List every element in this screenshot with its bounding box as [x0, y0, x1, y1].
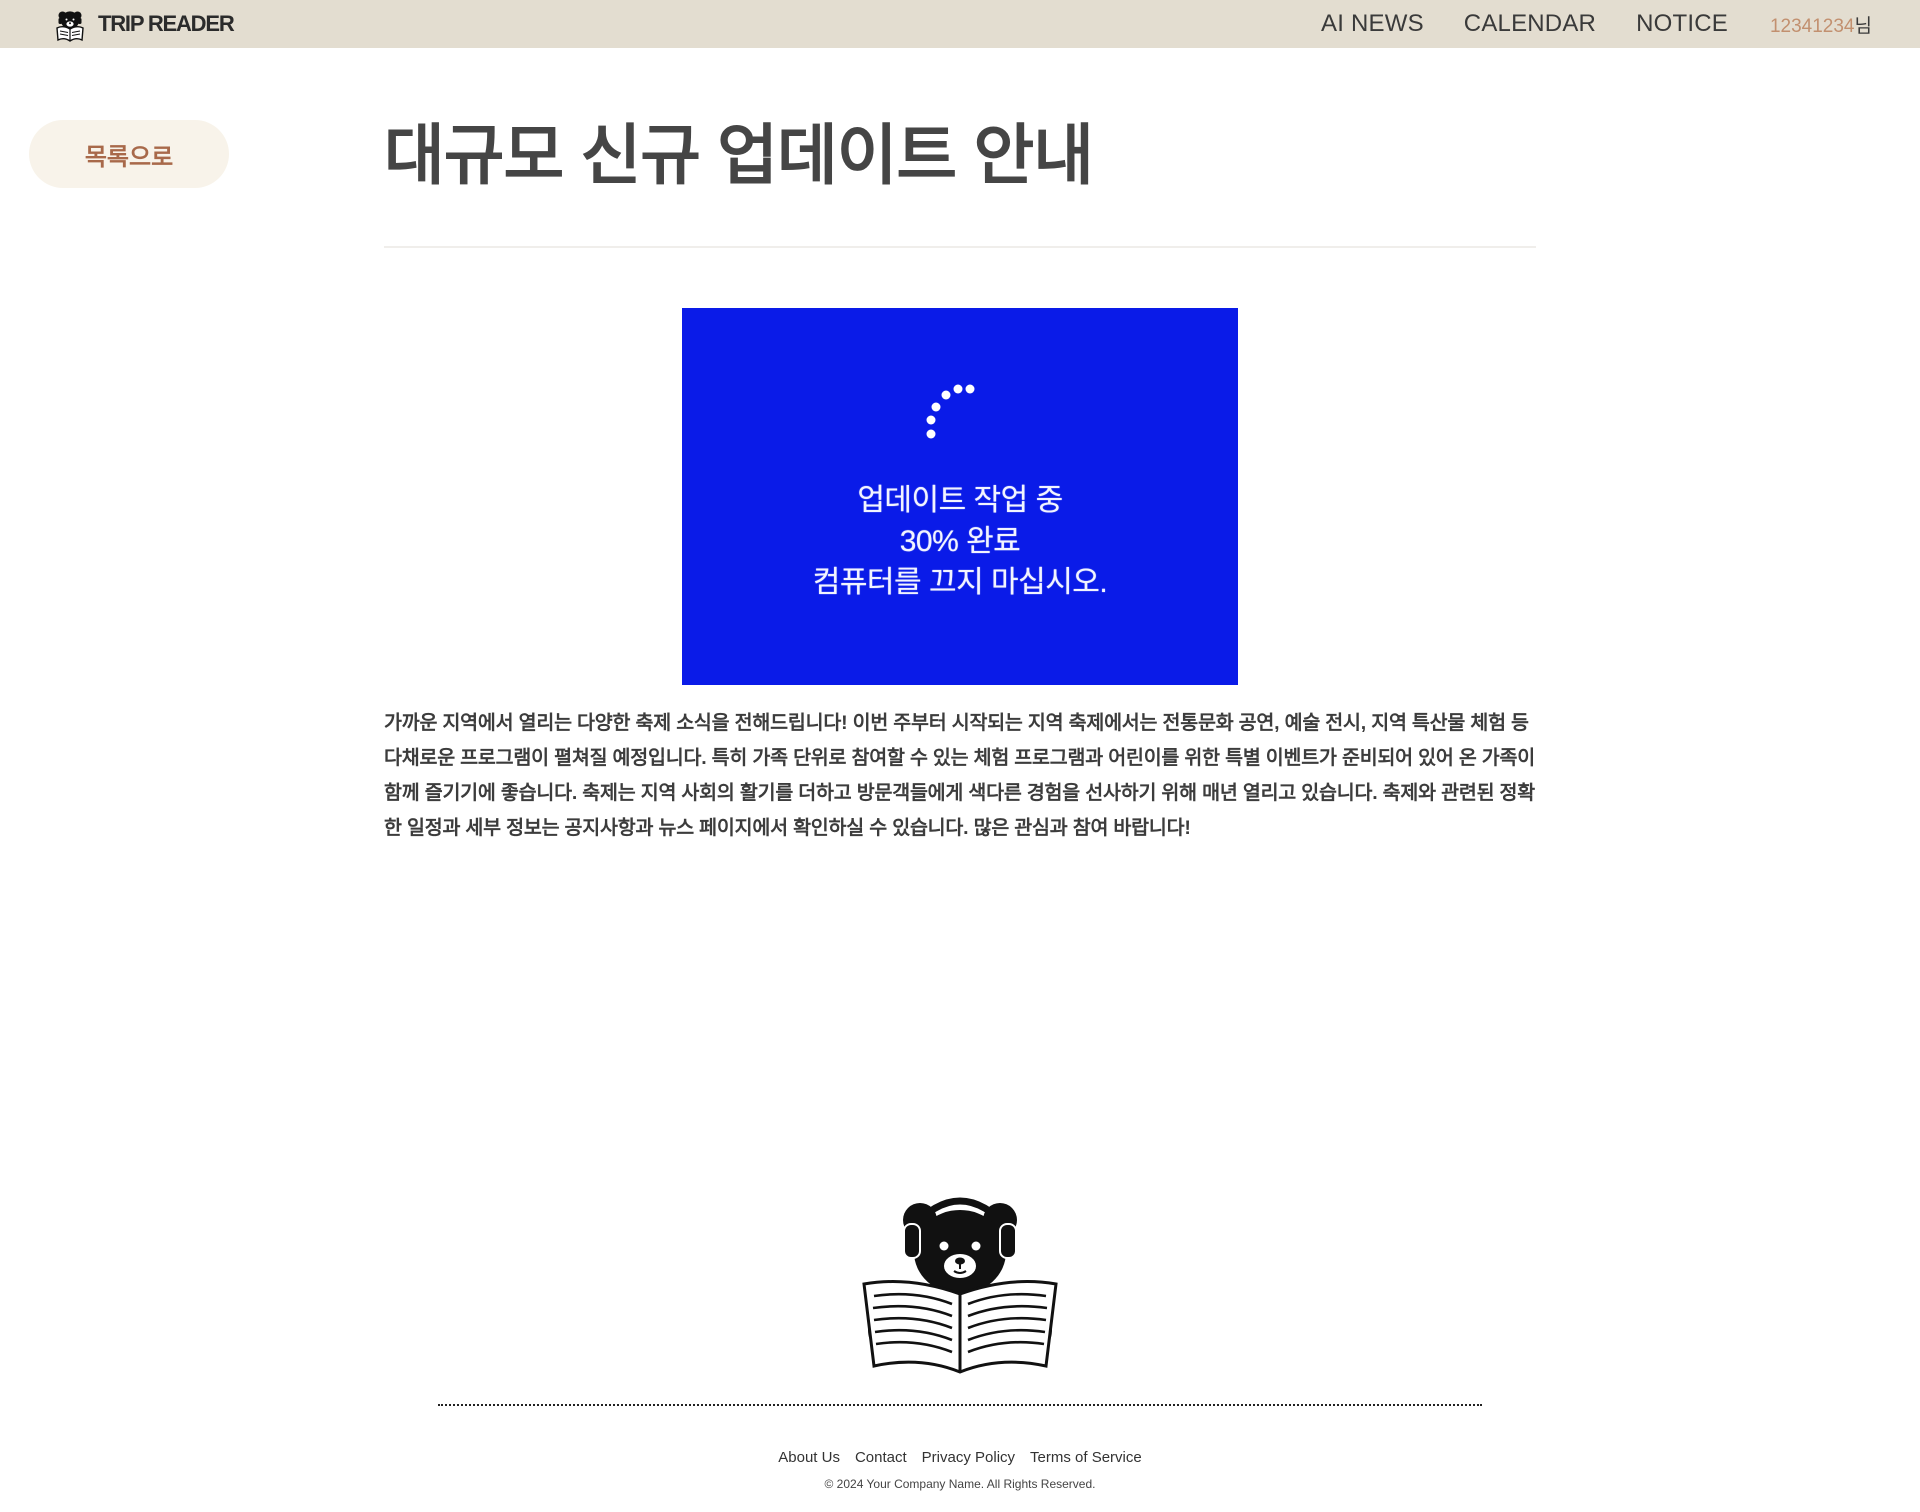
nav-notice[interactable]: NOTICE: [1636, 10, 1728, 38]
bear-reading-newspaper-icon: [56, 11, 84, 42]
footer-divider: [438, 1404, 1482, 1406]
footer-link-about[interactable]: About Us: [778, 1449, 840, 1466]
nav-ai-news[interactable]: AI NEWS: [1321, 10, 1424, 38]
copyright: © 2024 Your Company Name. All Rights Res…: [824, 1477, 1096, 1491]
nav-calendar[interactable]: CALENDAR: [1464, 10, 1596, 38]
update-message: 업데이트 작업 중 30% 완료 컴퓨터를 끄지 마십시오.: [682, 480, 1238, 603]
update-line-progress: 30% 완료: [899, 525, 1021, 558]
user-greeting[interactable]: 12341234님: [1770, 11, 1872, 38]
footer-links: About Us Contact Privacy Policy Terms of…: [0, 1449, 1920, 1466]
title-divider: [384, 246, 1536, 248]
footer-link-privacy[interactable]: Privacy Policy: [922, 1449, 1015, 1466]
footer-link-terms[interactable]: Terms of Service: [1030, 1449, 1142, 1466]
loading-spinner-icon: [926, 384, 975, 439]
article-image: 업데이트 작업 중 30% 완료 컴퓨터를 끄지 마십시오.: [682, 308, 1238, 685]
brand[interactable]: TRIP READER: [50, 4, 235, 44]
brand-name: TRIP READER: [98, 11, 235, 36]
article-body: 가까운 지역에서 열리는 다양한 축제 소식을 전해드립니다! 이번 주부터 시…: [384, 712, 1536, 839]
main-nav: AI NEWS CALENDAR NOTICE 12341234님: [1281, 0, 1872, 48]
user-name: 12341234: [1769, 15, 1855, 37]
update-line-status: 업데이트 작업 중: [857, 484, 1063, 517]
article-title: 대규모 신규 업데이트 안내: [384, 118, 1094, 192]
bear-with-headphones-reading-newspaper-icon: [862, 1197, 1058, 1374]
top-navigation-bar: TRIP READER AI NEWS CALENDAR NOTICE 1234…: [0, 0, 1920, 48]
back-to-list-button[interactable]: 목록으로: [29, 120, 229, 188]
footer-link-contact[interactable]: Contact: [855, 1449, 907, 1466]
user-honorific: 님: [1854, 15, 1872, 37]
update-line-warning: 컴퓨터를 끄지 마십시오.: [812, 566, 1108, 599]
